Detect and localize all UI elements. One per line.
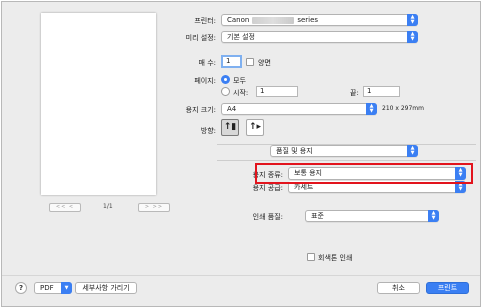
paper-size-value: A4 — [227, 105, 237, 113]
popup-arrows-icon: ▲ ▼ — [407, 14, 418, 26]
printer-name-prefix: Canon — [227, 16, 250, 24]
popup-arrows-icon: ▲ ▼ — [428, 210, 439, 222]
duplex-checkbox[interactable] — [246, 58, 254, 66]
hide-details-button[interactable]: 세부사항 가리기 — [75, 282, 137, 294]
cancel-button[interactable]: 취소 — [377, 282, 420, 294]
popup-arrows-icon: ▲ ▼ — [407, 31, 418, 43]
section-select[interactable]: 품질 및 용지 ▲ ▼ — [270, 145, 418, 157]
help-button[interactable]: ? — [15, 282, 27, 294]
presets-value: 기본 설정 — [227, 33, 255, 41]
pages-all-label: 모두 — [233, 77, 246, 85]
landscape-orientation-button[interactable]: ↑▸ — [246, 119, 264, 136]
pages-range-radio[interactable] — [221, 87, 230, 96]
page-counter: 1/1 — [103, 203, 113, 210]
print-preview-page — [41, 13, 156, 195]
paper-source-value: 카세트 — [294, 183, 314, 191]
pdf-menu-button[interactable]: PDF ▼ — [34, 282, 72, 294]
grayscale-checkbox[interactable] — [307, 253, 315, 261]
pages-from-label: 시작: — [233, 89, 249, 97]
printer-select[interactable]: Canon series ▲ ▼ — [221, 14, 418, 26]
pages-all-radio[interactable] — [221, 75, 230, 84]
duplex-label: 양면 — [258, 59, 271, 67]
paper-size-select[interactable]: A4 ▲ ▼ — [221, 103, 377, 115]
next-page-button[interactable]: > >> — [138, 203, 170, 212]
grayscale-label: 회색톤 인쇄 — [318, 254, 353, 262]
bottom-divider — [2, 275, 480, 276]
section-divider-bottom — [217, 160, 476, 161]
paper-dimensions: 210 x 297mm — [382, 105, 424, 112]
print-quality-value: 표준 — [311, 212, 324, 220]
chevron-down-icon: ▼ — [61, 282, 72, 294]
pages-label: 페이지: — [194, 77, 216, 85]
print-dialog: << < 1/1 > >> 프린터: Canon series ▲ ▼ 미리 설정:… — [1, 1, 481, 307]
print-quality-label: 인쇄 품질: — [252, 213, 283, 221]
previous-page-button[interactable]: << < — [49, 203, 81, 212]
popup-arrows-icon: ▲ ▼ — [407, 145, 418, 157]
presets-select[interactable]: 기본 설정 ▲ ▼ — [221, 31, 418, 43]
pages-to-label: 끝: — [350, 89, 359, 97]
pages-from-field[interactable]: 1 — [256, 86, 298, 97]
printer-label: 프린터: — [194, 17, 216, 25]
popup-arrows-icon: ▲ ▼ — [366, 103, 377, 115]
printer-name-suffix: series — [297, 16, 319, 24]
media-type-highlight — [255, 163, 473, 184]
print-button[interactable]: 프린트 — [426, 282, 469, 294]
presets-label: 미리 설정: — [185, 34, 216, 42]
orientation-label: 방향: — [200, 127, 216, 135]
help-icon: ? — [18, 284, 24, 292]
section-value: 품질 및 용지 — [276, 147, 313, 155]
print-quality-select[interactable]: 표준 ▲ ▼ — [305, 210, 439, 222]
pdf-label: PDF — [40, 284, 54, 292]
copies-label: 매 수: — [198, 59, 216, 67]
printer-model-redacted — [252, 16, 295, 24]
pages-to-field[interactable]: 1 — [363, 86, 400, 97]
paper-source-label: 용지 공급: — [252, 184, 283, 192]
paper-size-label: 용지 크기: — [185, 106, 216, 114]
portrait-orientation-button[interactable]: ↑▮ — [221, 119, 239, 136]
copies-field[interactable]: 1 — [221, 55, 242, 68]
landscape-icon: ↑▸ — [248, 122, 262, 132]
portrait-icon: ↑▮ — [223, 122, 237, 132]
